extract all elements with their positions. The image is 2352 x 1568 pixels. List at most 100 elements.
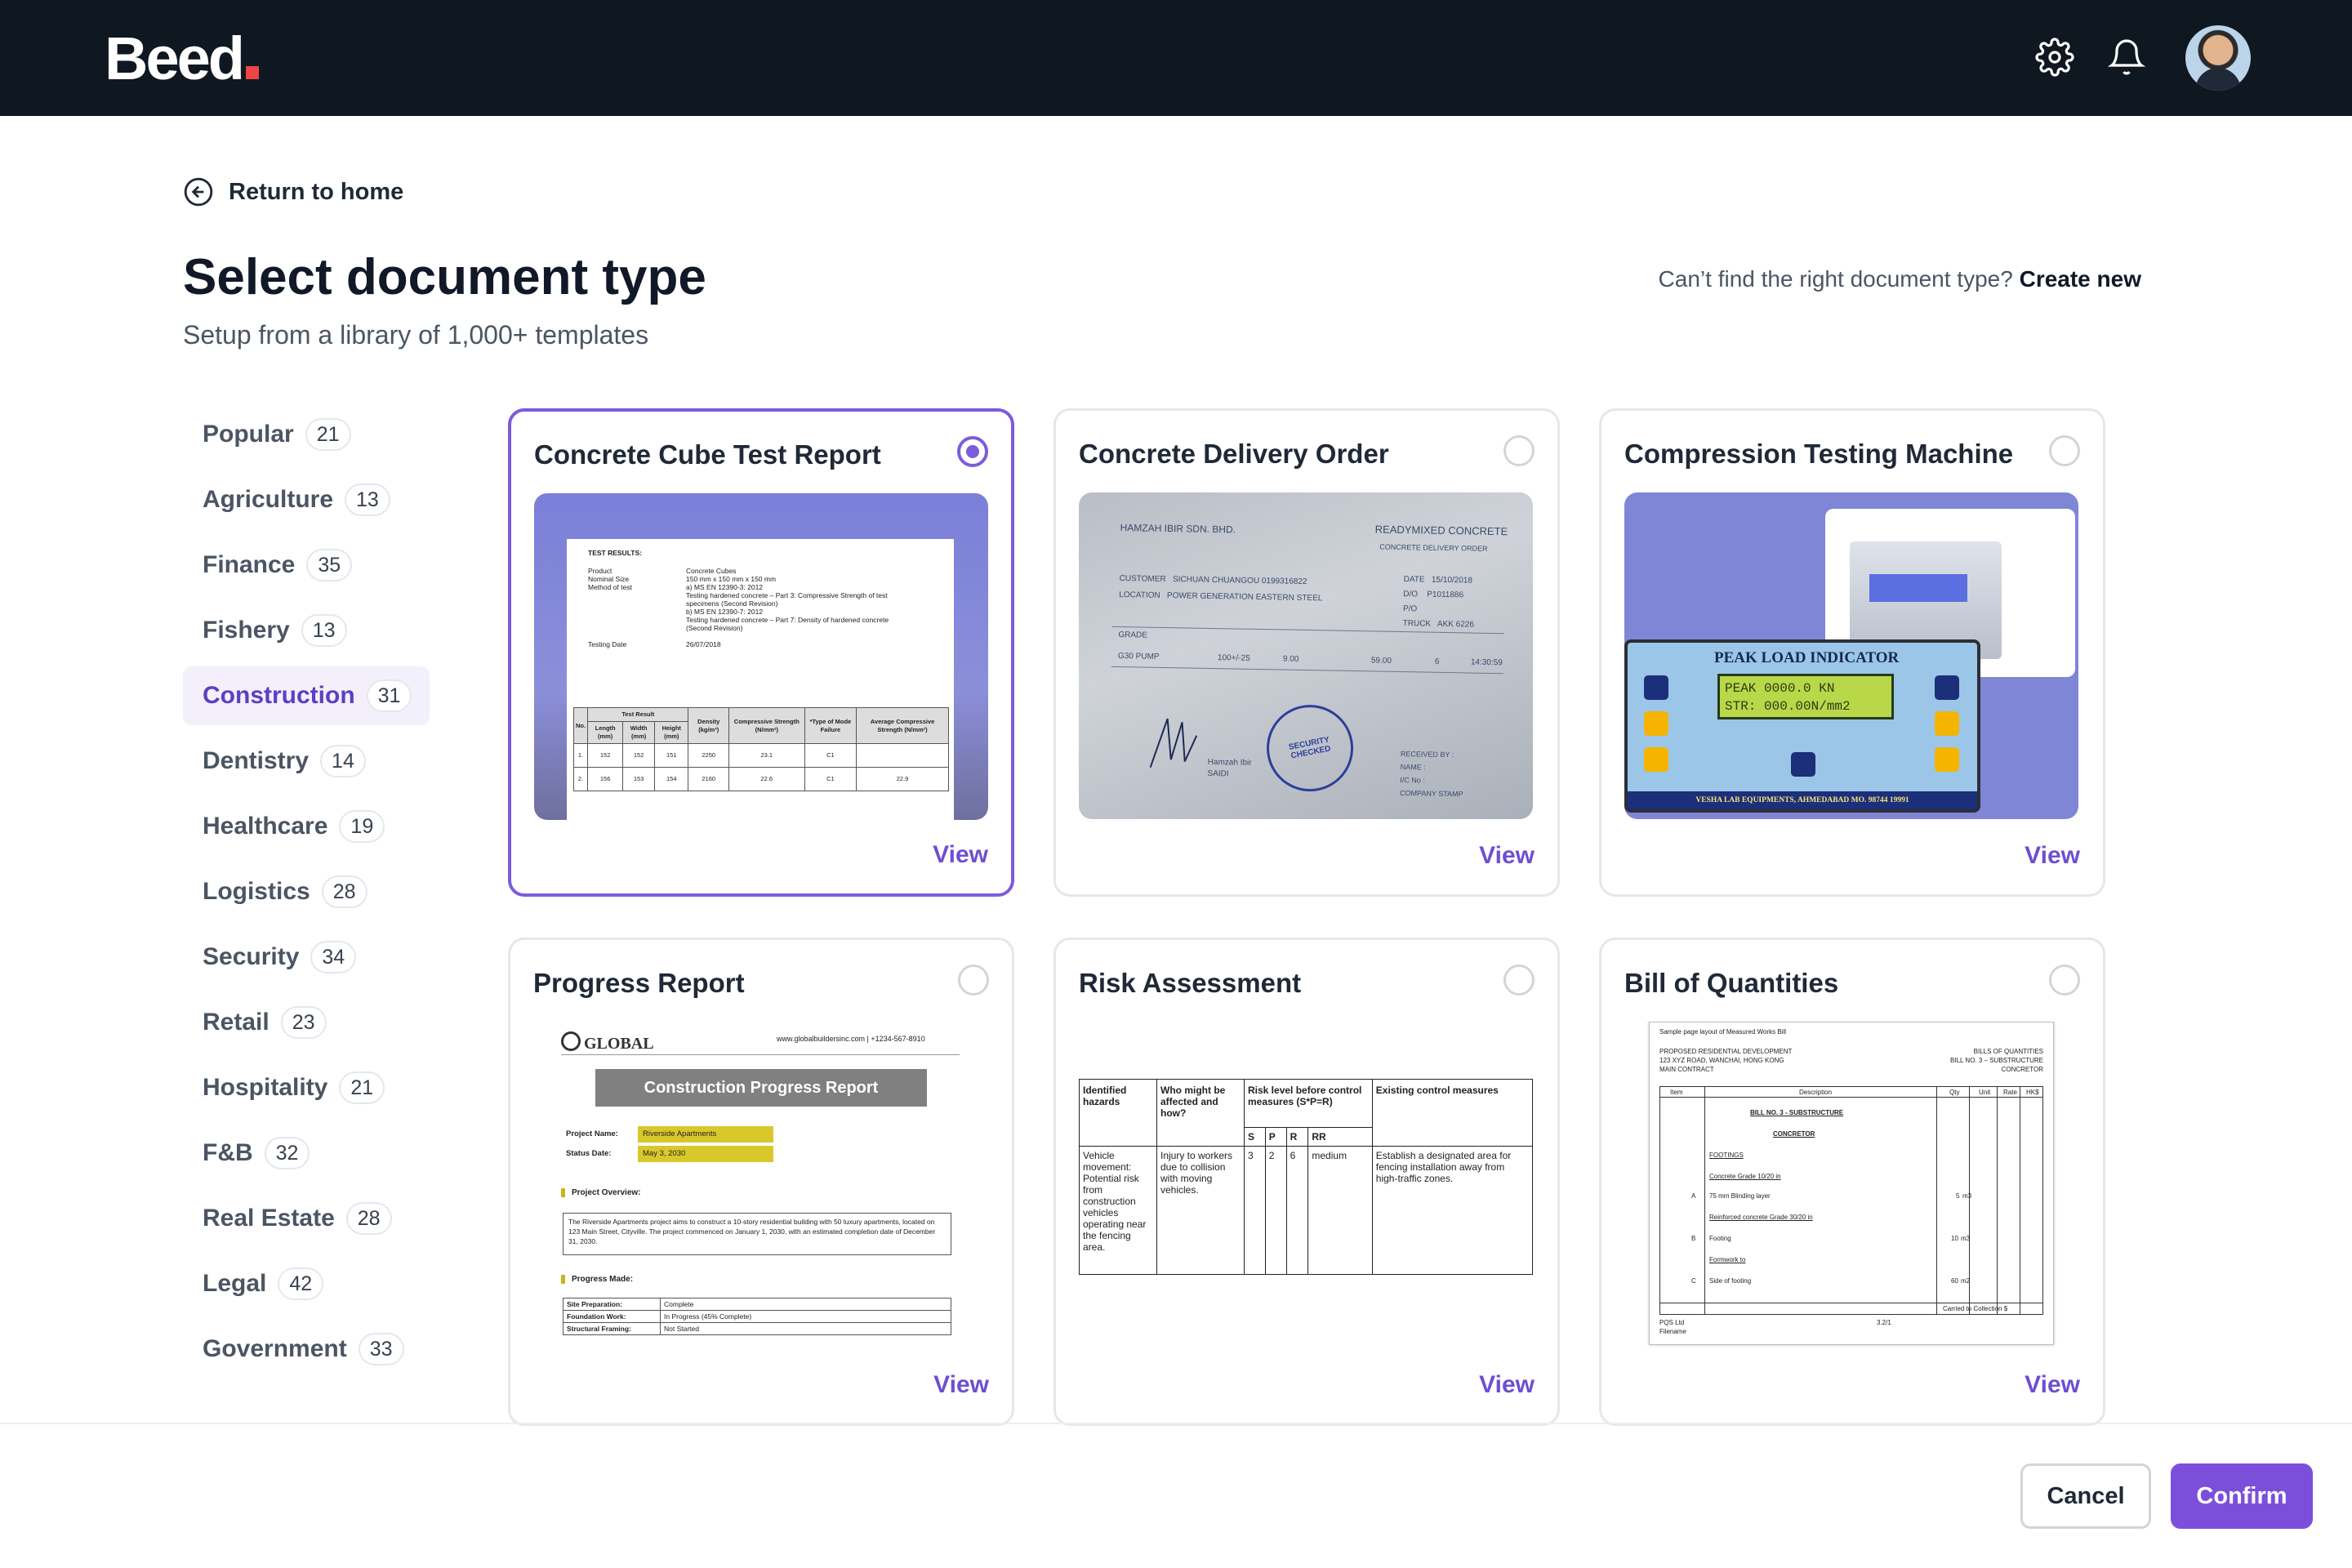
maker-strip: VESHA LAB EQUIPMENTS, AHMEDABAD MO. 9874… [1628,791,1977,809]
category-sidebar: Popular 21 Agriculture 13 Finance 35 Fishery 13… [183,405,430,1385]
contact-line: www.globalbuildersinc.com | +1234-567-89… [777,1035,925,1043]
view-link[interactable]: View [1479,842,1535,870]
sidebar-category-construction[interactable]: Construction 31 [183,666,430,725]
return-home-link[interactable]: Return to home [183,176,403,207]
overview-label: Project Overview: [561,1188,640,1197]
doc-field-value: (Second Revision) [686,624,743,632]
doc-field-row: b) MS EN 12390-7: 2012 [588,608,947,616]
time-value: 14:30:59 [1470,657,1503,668]
card-radio[interactable] [2049,964,2080,996]
card-title: Progress Report [533,968,745,998]
view-link[interactable]: View [2025,842,2080,870]
card-title: Concrete Cube Test Report [534,439,881,470]
gear-icon[interactable] [2035,38,2074,77]
category-count-badge: 28 [345,1202,392,1235]
doc-subtitle: CONCRETE DELIVERY ORDER [1379,542,1488,553]
sidebar-category-finance[interactable]: Finance 35 [183,536,430,595]
card-title: Bill of Quantities [1624,968,1839,998]
card-concrete-cube-test-report[interactable]: Concrete Cube Test Report TEST RESULTS: … [508,408,1014,897]
doc-field-key [588,599,686,608]
table-cell: 152 [587,743,624,768]
table-cell: 152 [622,743,656,768]
boq-title-block: BILLS OF QUANTITIES BILL NO. 3 – SUBSTRU… [1950,1047,2043,1074]
card-concrete-delivery-order[interactable]: Concrete Delivery Order HAMZAH IBIR SDN.… [1054,408,1560,897]
sidebar-category-retail[interactable]: Retail 23 [183,993,430,1052]
avatar[interactable] [2185,25,2251,91]
view-link[interactable]: View [1479,1371,1535,1399]
boq-item-c-desc: Side of footing [1709,1277,1752,1285]
doc-field-key [588,591,686,599]
table-cell: C1 [804,743,858,768]
controls-header: Existing control measures [1371,1079,1533,1147]
card-progress-report[interactable]: Progress Report GLOBAL www.globalbuilder… [508,938,1014,1426]
sidebar-category-hospitality[interactable]: Hospitality 21 [183,1058,430,1117]
p-header: P [1264,1127,1287,1147]
card-thumbnail: Identified hazards Who might be affected… [1079,1022,1533,1348]
card-radio[interactable] [2049,435,2080,466]
sidebar-category-popular[interactable]: Popular 21 [183,405,430,464]
category-label: Fishery [203,617,290,644]
shift-key [1935,711,1959,736]
sidebar-category-real-estate[interactable]: Real Estate 28 [183,1189,430,1248]
doc-field-key: Method of test [588,583,632,591]
boq-project-block: PROPOSED RESIDENTIAL DEVELOPMENT 123 XYZ… [1659,1047,1792,1074]
category-label: Popular [203,421,294,448]
doc-field-row: Testing hardened concrete – Part 3: Comp… [588,591,947,599]
doc-field-value: Testing hardened concrete – Part 3: Comp… [686,591,888,599]
view-link[interactable]: View [933,1371,989,1399]
category-count-badge: 13 [301,614,347,647]
sidebar-category-f-b[interactable]: F&B 32 [183,1124,430,1183]
brand-logo[interactable]: Beed [105,26,259,91]
boq-footer-left: PQS Ltd Filename [1659,1318,1686,1336]
cancel-button[interactable]: Cancel [2020,1463,2151,1529]
category-count-badge: 21 [339,1071,385,1104]
table-cell: 22.9 [856,767,949,791]
receipt-block: RECEIVED BY : NAME : I/C No : COMPANY ST… [1400,747,1464,800]
qty-value: 9.00 [1282,654,1299,664]
boq-col-unit: Unit [1979,1089,1991,1096]
card-risk-assessment[interactable]: Risk Assessment Identified hazards Who m… [1054,938,1560,1426]
status-date-label: Status Date: [566,1149,612,1158]
card-compression-testing-machine[interactable]: Compression Testing Machine PEAK LOAD IN… [1599,408,2105,897]
card-radio[interactable] [958,964,989,996]
view-link[interactable]: View [2025,1371,2080,1399]
return-home-label: Return to home [229,178,404,205]
create-new-prompt: Can’t find the right document type? Crea… [1659,266,2141,292]
create-new-link[interactable]: Create new [2020,266,2141,292]
signature-mark [1149,718,1198,768]
sidebar-category-healthcare[interactable]: Healthcare 19 [183,797,430,856]
card-bill-of-quantities[interactable]: Bill of Quantities Sample page layout of… [1599,938,2105,1426]
confirm-button[interactable]: Confirm [2171,1463,2313,1529]
progress-row: Structural Framing: Not Started [563,1322,951,1335]
location-value: POWER GENERATION EASTERN STEEL [1166,591,1323,604]
sidebar-category-fishery[interactable]: Fishery 13 [183,601,430,660]
card-radio[interactable] [1503,964,1535,996]
table-header: Width (mm) [622,721,656,744]
lcd-line-2: STR: 000.00N/mm2 [1725,699,1851,714]
sidebar-category-dentistry[interactable]: Dentistry 14 [183,732,430,791]
sidebar-category-government[interactable]: Government 33 [183,1320,430,1379]
sidebar-category-logistics[interactable]: Logistics 28 [183,862,430,921]
batch-value: 6 [1434,657,1440,666]
card-radio[interactable] [1503,435,1535,466]
progress-status: Complete [660,1298,951,1311]
sidebar-category-security[interactable]: Security 34 [183,928,430,987]
bell-icon[interactable] [2107,38,2146,77]
received-label: RECEIVED BY : [1400,750,1454,760]
footer-divider [0,1423,2352,1424]
security-stamp: SECURITY CHECKED [1258,697,1361,800]
rr-header: RR [1307,1127,1373,1147]
r-header: R [1285,1127,1309,1147]
sidebar-category-legal[interactable]: Legal 42 [183,1254,430,1313]
category-label: Healthcare [203,813,328,840]
progress-status: Not Started [660,1322,951,1335]
view-link[interactable]: View [933,841,988,869]
card-title: Concrete Delivery Order [1079,439,1389,469]
total-value: 59.00 [1370,656,1392,666]
card-radio[interactable] [957,436,988,467]
table-cell [856,743,949,768]
sidebar-category-agriculture[interactable]: Agriculture 13 [183,470,430,529]
signatory-name-2: SAIDI [1207,768,1229,779]
boq-bill-no: BILL NO. 3 – SUBSTRUCTURE [1950,1057,2043,1064]
delivery-order-photo: HAMZAH IBIR SDN. BHD. READYMIXED CONCRET… [1079,492,1533,819]
